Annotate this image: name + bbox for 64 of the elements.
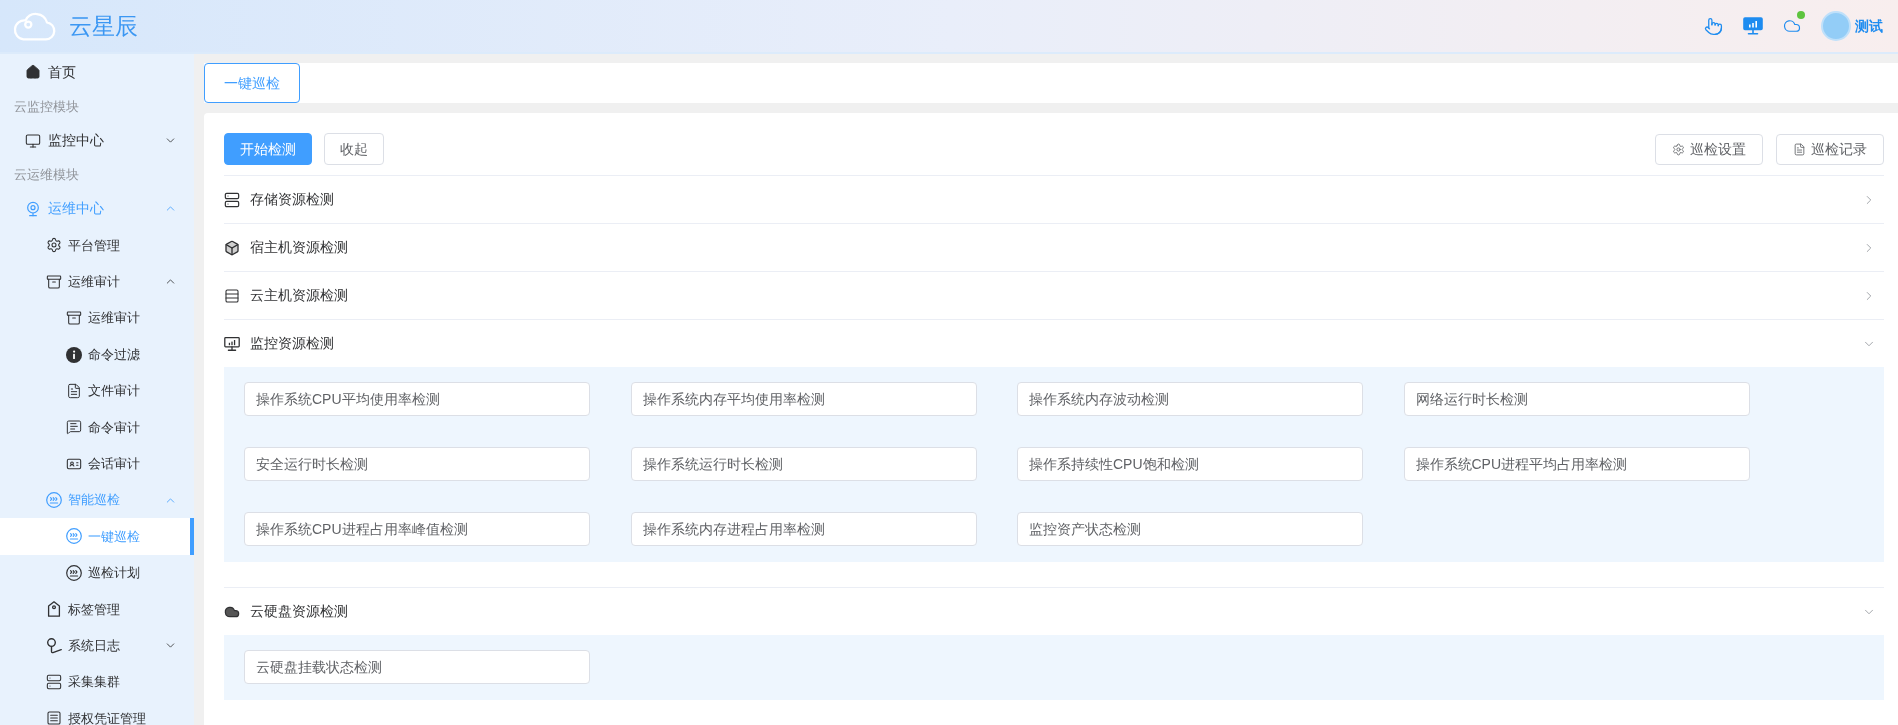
pin-curve-icon bbox=[46, 637, 62, 654]
monitor-icon bbox=[25, 132, 41, 149]
menu-item[interactable]: 会话审计 bbox=[0, 445, 194, 482]
cloud-icon[interactable] bbox=[1782, 17, 1802, 35]
check-item: 监控资产状态检测 bbox=[1017, 512, 1363, 546]
patrol-circle-icon bbox=[66, 528, 82, 545]
monitor-chart-icon[interactable] bbox=[1743, 17, 1763, 35]
gear-icon bbox=[1672, 142, 1685, 156]
menu-item[interactable]: 首页 bbox=[0, 54, 194, 91]
section-title[interactable]: 监控资源检测 bbox=[250, 333, 334, 354]
document-icon bbox=[1793, 142, 1806, 156]
menu-item[interactable]: 命令过滤 bbox=[0, 336, 194, 373]
list-panel-icon bbox=[224, 287, 240, 304]
check-item: 网络运行时长检测 bbox=[1403, 382, 1750, 416]
check-item: 安全运行时长检测 bbox=[244, 447, 590, 481]
chat-bubble-icon bbox=[66, 419, 82, 436]
menu-item[interactable]: 授权凭证管理 bbox=[0, 700, 194, 725]
check-item: 云硬盘挂载状态检测 bbox=[244, 650, 590, 684]
check-item: 操作系统运行时长检测 bbox=[630, 447, 977, 481]
avatar-icon[interactable] bbox=[1821, 11, 1851, 41]
monitor-chart-icon bbox=[224, 335, 240, 352]
pointer-hand-icon[interactable] bbox=[1704, 16, 1723, 36]
menu-item[interactable]: 命令审计 bbox=[0, 409, 194, 446]
server-icon bbox=[46, 674, 62, 691]
server-icon bbox=[224, 191, 240, 208]
archive-box-icon bbox=[66, 310, 82, 327]
section-title[interactable]: 云硬盘资源检测 bbox=[250, 601, 348, 622]
menu-group-title: 云监控模块 bbox=[13, 97, 80, 116]
cloud-logo-icon bbox=[12, 11, 56, 41]
section-title[interactable]: 云主机资源检测 bbox=[250, 285, 348, 306]
inspection-settings-button[interactable]: 巡检设置 bbox=[1655, 133, 1763, 165]
check-item: 操作系统CPU进程平均占用率检测 bbox=[1403, 447, 1750, 481]
cube-icon bbox=[224, 239, 240, 256]
inspection-records-button[interactable]: 巡检记录 bbox=[1776, 133, 1884, 165]
check-item: 操作系统内存平均使用率检测 bbox=[630, 382, 977, 416]
card-icon bbox=[46, 710, 62, 725]
patrol-circle-icon bbox=[66, 564, 82, 581]
menu-item[interactable]: 标签管理 bbox=[0, 591, 194, 628]
tag-icon bbox=[46, 601, 62, 618]
archive-box-icon bbox=[46, 273, 62, 290]
check-item: 操作系持续性CPU饱和检测 bbox=[1017, 447, 1363, 481]
menu-item[interactable]: 巡检计划 bbox=[0, 554, 194, 592]
section-title[interactable]: 宿主机资源检测 bbox=[250, 237, 348, 258]
info-icon bbox=[66, 346, 82, 363]
house-icon bbox=[25, 64, 41, 81]
check-item: 操作系统内存波动检测 bbox=[1017, 382, 1363, 416]
collapse-all-button[interactable]: 收起 bbox=[324, 133, 384, 165]
logo-text: 云星辰 bbox=[69, 11, 138, 41]
menu-item[interactable]: 运维审计 bbox=[0, 299, 194, 337]
menu-item[interactable]: 平台管理 bbox=[0, 227, 194, 264]
menu-item[interactable]: 监控中心 bbox=[0, 122, 194, 159]
document-icon bbox=[66, 382, 82, 399]
patrol-circle-icon bbox=[46, 492, 62, 509]
menu-item[interactable]: 文件审计 bbox=[0, 372, 194, 410]
webcam-icon bbox=[25, 200, 41, 217]
menu-item[interactable]: 系统日志 bbox=[0, 627, 194, 664]
menu-item[interactable]: 采集集群 bbox=[0, 663, 194, 701]
check-item: 操作系统内存进程占用率检测 bbox=[630, 512, 977, 546]
check-item: 操作系统CPU平均使用率检测 bbox=[244, 382, 590, 416]
menu-item[interactable]: 运维审计 bbox=[0, 263, 194, 300]
gear-icon bbox=[46, 237, 62, 254]
menu-group-title: 云运维模块 bbox=[13, 166, 80, 185]
check-item: 操作系统CPU进程占用率峰值检测 bbox=[244, 512, 590, 546]
section-title[interactable]: 存储资源检测 bbox=[250, 189, 334, 210]
